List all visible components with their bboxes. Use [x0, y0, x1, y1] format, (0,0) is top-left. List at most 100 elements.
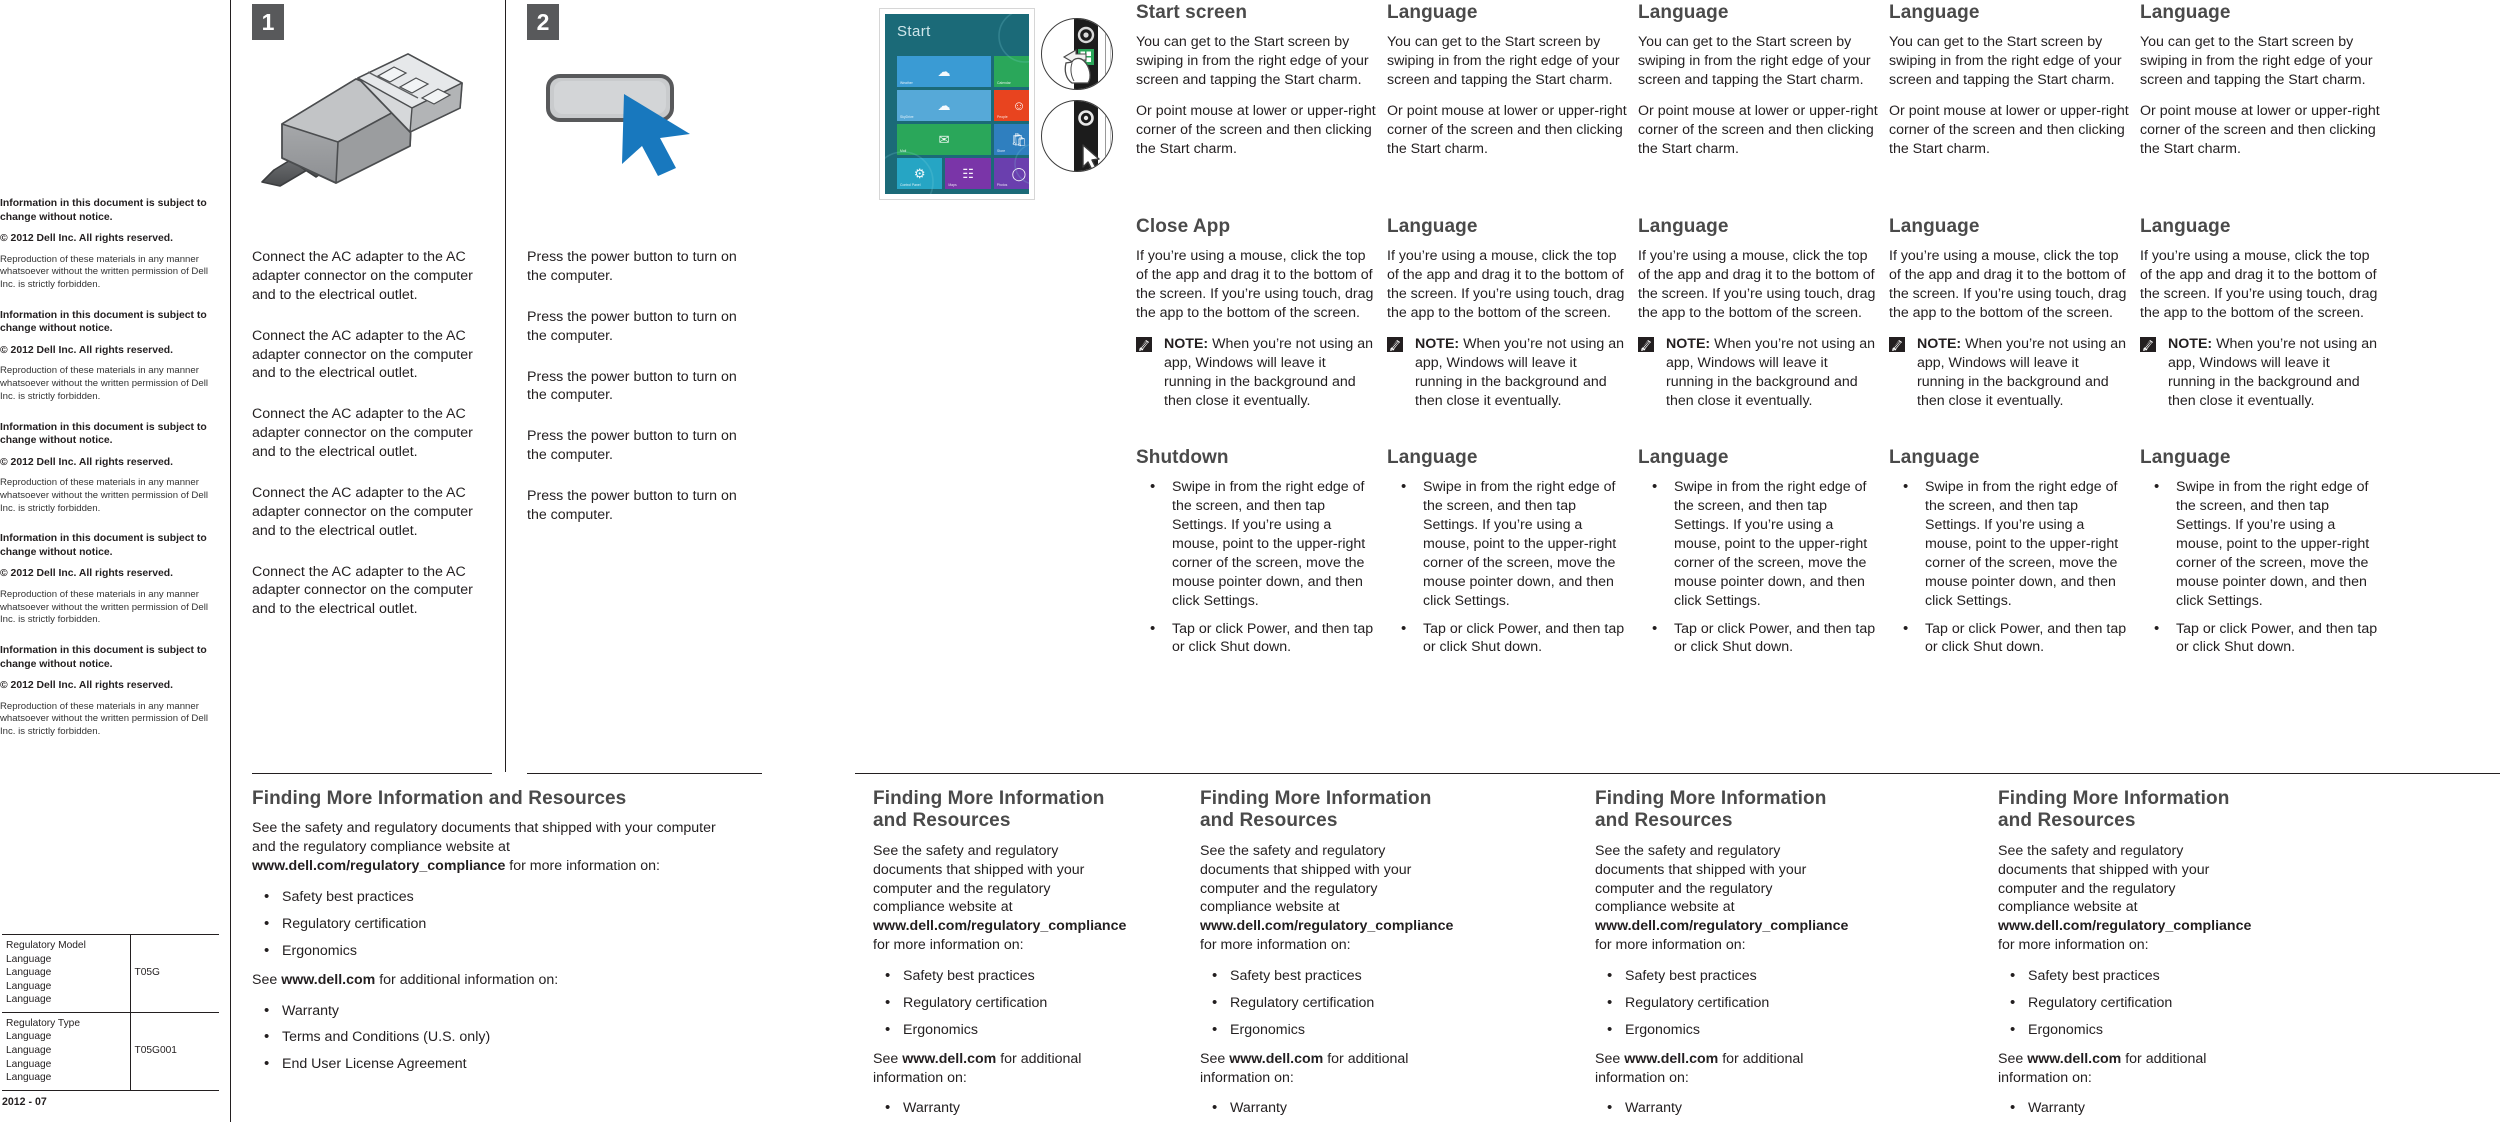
intro-text-after: for more information on: [873, 937, 1024, 954]
section-heading: Finding More Information and Resources [1200, 788, 1432, 832]
regulatory-value-cell: T05G001 [130, 1011, 219, 1091]
start-screen-paragraph-2: Or point mouse at lower or upper-right c… [1638, 103, 1878, 157]
see-prefix: See [1200, 1050, 1230, 1067]
list-item: Swipe in from the right edge of the scre… [2140, 477, 2380, 610]
note-callout: NOTE: When you’re not using an app, Wind… [1387, 335, 1627, 411]
regulatory-topics-list: Safety best practices Regulatory certific… [1200, 966, 1440, 1040]
regulatory-intro-paragraph: See the safety and regulatory documents … [1595, 842, 1848, 955]
section-heading: Language [1889, 2, 1980, 23]
dell-website-paragraph: See www.dell.com for additional informat… [252, 971, 727, 990]
power-button-cursor-illustration [540, 46, 720, 176]
shutdown-section: Language Swipe in from the right edge of … [1889, 447, 2129, 667]
dell-website-paragraph: See www.dell.com for additional informat… [873, 1050, 1113, 1088]
intro-text-before: See the safety and regulatory documents … [1200, 842, 1412, 916]
list-item: Regulatory certification [1998, 993, 2248, 1013]
start-screen-paragraph-1: You can get to the Start screen by swipi… [1136, 34, 1369, 89]
list-item: Safety best practices [1200, 966, 1440, 986]
list-item: Terms and Conditions (U.S. only) [252, 1027, 727, 1047]
regulatory-intro-paragraph: See the safety and regulatory documents … [1998, 842, 2251, 955]
setup-step-instruction: Connect the AC adapter to the AC adapter… [252, 406, 473, 460]
intro-text-before: See the safety and regulatory documents … [252, 820, 716, 856]
step-1-number: 1 [261, 8, 275, 35]
legal-reproduction-text: Reproduction of these materials in any m… [0, 700, 208, 738]
setup-step-1-text-column: Connect the AC adapter to the AC adapter… [252, 248, 477, 641]
see-suffix: for additional information on: [375, 971, 559, 988]
list-item: Ergonomics [1998, 1020, 2248, 1040]
shutdown-steps-list: Swipe in from the right edge of the scre… [1136, 477, 1376, 658]
start-screen-section: Language You can get to the Start screen … [1889, 2, 2129, 159]
section-heading: Finding More Information and Resources [873, 788, 1105, 832]
legal-reproduction-text: Reproduction of these materials in any m… [0, 588, 208, 626]
swipe-gesture-callout [1041, 18, 1113, 90]
list-item: Safety best practices [252, 887, 727, 907]
close-app-paragraph: If you’re using a mouse, click the top o… [1387, 248, 1625, 322]
regulatory-compliance-url[interactable]: www.dell.com/regulatory_compliance [1200, 918, 1453, 934]
section-heading: Language [2140, 216, 2231, 237]
section-heading: Language [1387, 447, 1478, 468]
section-heading: Finding More Information and Resources [1998, 788, 2230, 832]
start-screen-paragraph-1: You can get to the Start screen by swipi… [2140, 34, 2373, 89]
intro-text-after: for more information on: [1595, 937, 1746, 954]
list-item: Regulatory certification [873, 993, 1113, 1013]
step-2-number: 2 [536, 8, 550, 35]
legal-notice-heading: Information in this document is subject … [0, 645, 207, 670]
regulatory-compliance-url[interactable]: www.dell.com/regulatory_compliance [252, 858, 505, 874]
ac-adapter-connector-illustration [258, 46, 473, 191]
list-item: Swipe in from the right edge of the scre… [1638, 477, 1878, 610]
legal-notice-column: Information in this document is subject … [0, 197, 228, 756]
regulatory-topics-list: Safety best practices Regulatory certific… [873, 966, 1113, 1040]
dell-url[interactable]: www.dell.com [281, 972, 375, 988]
setup-step-instruction: Connect the AC adapter to the AC adapter… [252, 484, 473, 539]
shutdown-steps-list: Swipe in from the right edge of the scre… [1387, 477, 1627, 657]
section-heading: Start screen [1136, 2, 1248, 23]
close-app-section: Language If you’re using a mouse, click t… [2140, 216, 2380, 410]
list-item: Ergonomics [1200, 1020, 1440, 1040]
quick-start-guide-poster: Information in this document is subject … [0, 0, 2505, 1122]
list-item: Ergonomics [252, 941, 727, 961]
list-item: Swipe in from the right edge of the scre… [1387, 477, 1627, 610]
regulatory-compliance-url[interactable]: www.dell.com/regulatory_compliance [1595, 918, 1848, 934]
see-prefix: See [1998, 1050, 2028, 1067]
dell-url[interactable]: www.dell.com [902, 1051, 996, 1067]
regulatory-label-cell: Regulatory Model Language Language Language… [2, 934, 131, 1013]
start-screen-paragraph-2: Or point mouse at lower or upper-right c… [1889, 103, 2129, 157]
dell-url[interactable]: www.dell.com [1624, 1051, 1718, 1067]
start-screen-paragraph-1: You can get to the Start screen by swipi… [1889, 34, 2122, 89]
regulatory-compliance-url[interactable]: www.dell.com/regulatory_compliance [1998, 918, 2251, 934]
dell-url[interactable]: www.dell.com [1229, 1051, 1323, 1067]
see-prefix: See [873, 1050, 903, 1067]
start-screen-paragraph-1: You can get to the Start screen by swipi… [1387, 34, 1620, 89]
list-item: Ergonomics [873, 1020, 1113, 1040]
regulatory-value-cell: T05G [130, 934, 219, 1013]
intro-text-before: See the safety and regulatory documents … [1595, 842, 1807, 916]
legal-notice-block: Information in this document is subject … [0, 197, 214, 292]
regulatory-compliance-url[interactable]: www.dell.com/regulatory_compliance [873, 918, 1126, 934]
lower-section-divider-right [855, 773, 2500, 775]
start-screen-canvas: Start ☁ Weather Calendar ☁ SkyDrive ☺ People ✉ M… [885, 14, 1029, 194]
intro-text-after: for more information on: [505, 858, 660, 875]
legal-notice-block: Information in this document is subject … [0, 421, 214, 516]
note-pencil-icon [1387, 336, 1403, 352]
list-item: Tap or click Power, and then tap or clic… [1136, 619, 1376, 658]
additional-topics-list: Warranty Terms and Conditions (U.S. only)… [252, 1001, 727, 1075]
regulatory-topics-list: Safety best practices Regulatory certific… [252, 887, 727, 961]
close-app-section: Close App If you’re using a mouse, click … [1136, 216, 1376, 410]
note-label: NOTE: [1917, 335, 1962, 352]
setup-step-instruction: Connect the AC adapter to the AC adapter… [252, 249, 473, 303]
close-app-section: Language If you’re using a mouse, click t… [1638, 216, 1878, 410]
table-row: Regulatory Type Language Language Language L… [2, 1011, 219, 1091]
intro-text-before: See the safety and regulatory documents … [873, 842, 1085, 916]
section-heading: Shutdown [1136, 447, 1229, 468]
list-item: Warranty [1998, 1098, 2248, 1118]
start-screen-section: Language You can get to the Start screen … [1638, 2, 1878, 159]
start-screen-section: Language You can get to the Start screen … [1387, 2, 1627, 159]
start-screen-paragraph-1: You can get to the Start screen by swipi… [1638, 34, 1871, 89]
start-screen-paragraph-2: Or point mouse at lower or upper-right c… [2140, 103, 2380, 157]
close-app-section: Language If you’re using a mouse, click t… [1387, 216, 1627, 410]
note-pencil-icon [1136, 336, 1152, 352]
shutdown-section: Language Swipe in from the right edge of … [2140, 447, 2380, 667]
shutdown-steps-list: Swipe in from the right edge of the scre… [1638, 477, 1878, 657]
dell-url[interactable]: www.dell.com [2027, 1051, 2121, 1067]
note-label: NOTE: [1164, 335, 1209, 352]
regulatory-topics-list: Safety best practices Regulatory certific… [1595, 966, 1845, 1040]
